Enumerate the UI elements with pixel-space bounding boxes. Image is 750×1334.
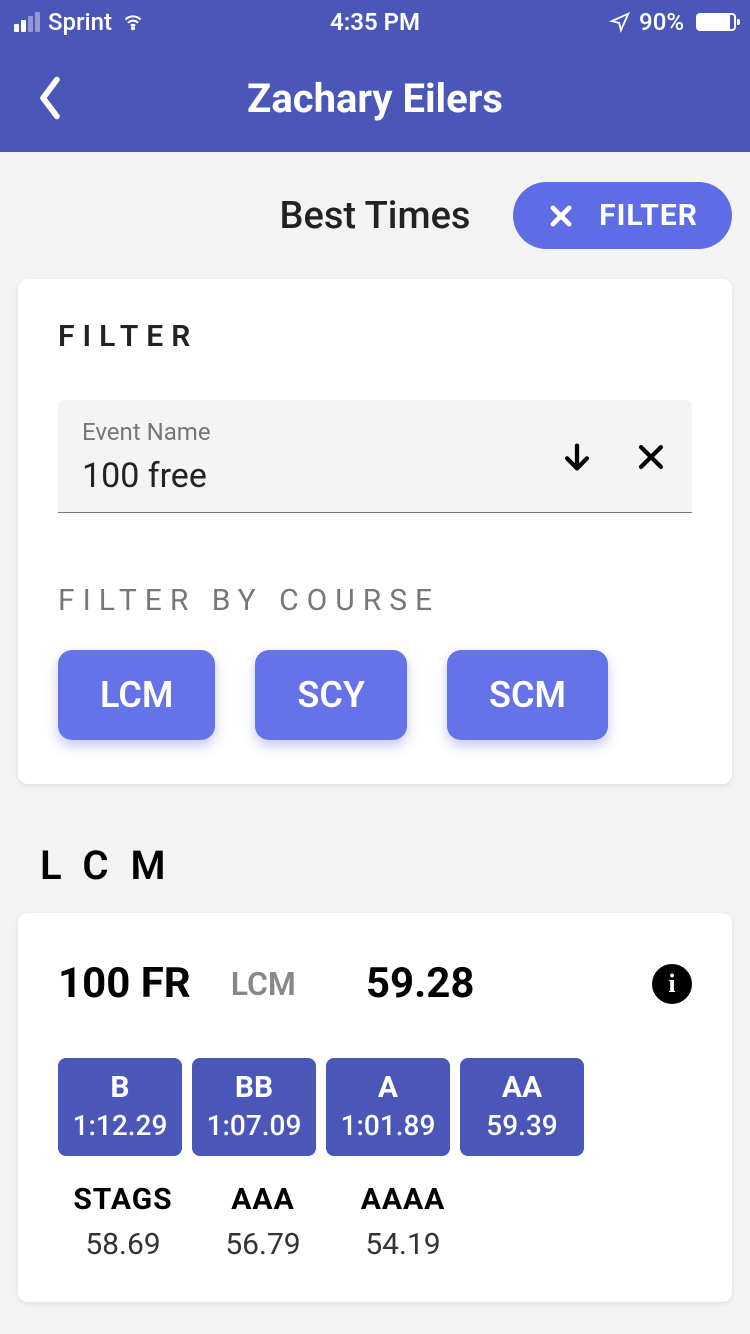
event-name-field[interactable]: Event Name 100 free (58, 400, 692, 513)
status-time: 4:35 PM (330, 8, 420, 36)
standard-label: AA (464, 1070, 580, 1105)
standard-a[interactable]: A 1:01.89 (326, 1058, 450, 1156)
info-icon: i (668, 969, 675, 999)
carrier-label: Sprint (48, 8, 112, 36)
close-icon (547, 202, 575, 230)
signal-icon (14, 12, 40, 32)
filter-button-label: FILTER (599, 198, 698, 233)
standards-plain-row: STAGS 58.69 AAA 56.79 AAAA 54.19 (58, 1182, 692, 1262)
standard-aa[interactable]: AA 59.39 (460, 1058, 584, 1156)
standard-label: STAGS (58, 1182, 188, 1217)
event-course: LCM (231, 965, 296, 1003)
standard-time: 54.19 (338, 1227, 468, 1262)
battery-percent: 90% (639, 8, 684, 36)
standard-time: 59.39 (464, 1109, 580, 1142)
standard-aaaa: AAAA 54.19 (338, 1182, 468, 1262)
standard-label: B (62, 1070, 178, 1105)
standard-bb[interactable]: BB 1:07.09 (192, 1058, 316, 1156)
clear-icon[interactable] (634, 440, 668, 474)
location-icon (609, 11, 631, 33)
course-chip-scy[interactable]: SCY (255, 650, 407, 740)
chevron-left-icon (36, 75, 64, 121)
standard-time: 58.69 (58, 1227, 188, 1262)
standard-label: A (330, 1070, 446, 1105)
page-header: Best Times FILTER (0, 152, 750, 279)
filter-card: FILTER Event Name 100 free FILTER BY COU… (18, 279, 732, 784)
standard-label: AAA (198, 1182, 328, 1217)
filter-course-label: FILTER BY COURSE (58, 583, 692, 618)
nav-header: Zachary Eilers (0, 44, 750, 152)
battery-icon (692, 13, 736, 31)
standard-time: 56.79 (198, 1227, 328, 1262)
section-lcm-label: LCM (40, 842, 750, 889)
filter-card-label: FILTER (58, 319, 692, 354)
section-title: Best Times (280, 194, 471, 238)
event-name-label: Event Name (82, 418, 560, 446)
standard-time: 1:07.09 (196, 1109, 312, 1142)
standard-time: 1:01.89 (330, 1109, 446, 1142)
course-chip-lcm[interactable]: LCM (58, 650, 215, 740)
event-name: 100 FR (58, 959, 191, 1008)
page-title: Zachary Eilers (0, 75, 750, 122)
status-bar: Sprint 4:35 PM 90% (0, 0, 750, 44)
standard-b[interactable]: B 1:12.29 (58, 1058, 182, 1156)
arrow-down-icon[interactable] (560, 440, 594, 474)
course-chip-row: LCM SCY SCM (58, 650, 692, 740)
standard-aaa: AAA 56.79 (198, 1182, 328, 1262)
event-time: 59.28 (366, 959, 475, 1008)
standard-label: BB (196, 1070, 312, 1105)
course-chip-scm[interactable]: SCM (447, 650, 608, 740)
standard-label: AAAA (338, 1182, 468, 1217)
standards-highlighted-row: B 1:12.29 BB 1:07.09 A 1:01.89 AA 59.39 (58, 1058, 692, 1156)
wifi-icon (120, 12, 146, 32)
result-card: 100 FR LCM 59.28 i B 1:12.29 BB 1:07.09 … (18, 913, 732, 1302)
event-name-value: 100 free (82, 456, 560, 496)
info-button[interactable]: i (652, 964, 692, 1004)
back-button[interactable] (30, 70, 70, 126)
standard-time: 1:12.29 (62, 1109, 178, 1142)
result-line: 100 FR LCM 59.28 i (58, 959, 692, 1008)
status-left: Sprint (14, 8, 146, 36)
standard-stags: STAGS 58.69 (58, 1182, 188, 1262)
status-right: 90% (609, 8, 736, 36)
filter-toggle-button[interactable]: FILTER (513, 182, 732, 249)
battery-fill (698, 15, 730, 29)
